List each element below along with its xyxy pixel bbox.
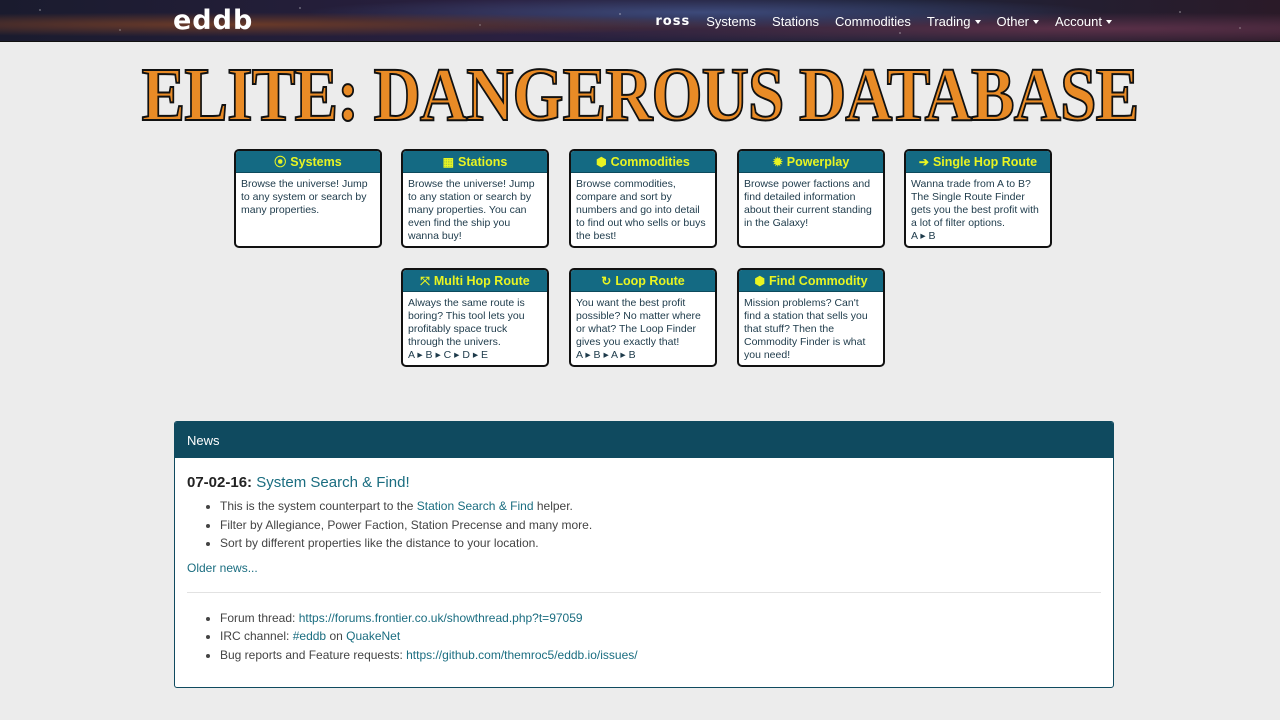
tile-single-hop-route[interactable]: ➔ Single Hop Route Wanna trade from A to … (904, 149, 1052, 248)
tile-title: Stations (458, 154, 508, 169)
irc-channel-link[interactable]: #eddb (293, 629, 326, 643)
list-item: Filter by Allegiance, Power Faction, Sta… (220, 516, 1101, 535)
arrow-right-icon: ➔ (918, 154, 929, 169)
tile-description: Mission problems? Can't find a station t… (744, 297, 868, 361)
nav-trading-label: Trading (926, 13, 971, 29)
list-item: Bug reports and Feature requests: https:… (220, 646, 1101, 665)
list-item: Sort by different properties like the di… (220, 534, 1101, 553)
tile-title: Loop Route (615, 273, 685, 288)
nav-other-label: Other (996, 13, 1030, 29)
caret-down-icon (1106, 20, 1112, 25)
irc-label: IRC channel: (220, 629, 290, 643)
tile-title: Find Commodity (768, 273, 868, 288)
tile-description: Browse the universe! Jump to any station… (408, 178, 535, 242)
nav-systems[interactable]: Systems (706, 14, 756, 29)
tile-find-commodity[interactable]: ⬢ Find Commodity Mission problems? Can't … (737, 268, 885, 367)
tile-route: A ▸ B ▸ C ▸ D ▸ E (408, 349, 489, 361)
list-item: Forum thread: https://forums.frontier.co… (220, 609, 1101, 628)
tile-title: Single Hop Route (932, 154, 1038, 169)
list-item: IRC channel: #eddb on QuakeNet (220, 627, 1101, 646)
community-links: Forum thread: https://forums.frontier.co… (220, 609, 1101, 665)
irc-network-link[interactable]: QuakeNet (346, 629, 400, 643)
tile-title: Systems (290, 154, 342, 169)
bullet-text: helper. (536, 499, 573, 513)
nav-account-label: Account (1055, 13, 1102, 29)
tile-header: ⬢ Commodities (571, 151, 715, 173)
tile-stations[interactable]: ▦ Stations Browse the universe! Jump to a… (401, 149, 549, 248)
caret-down-icon (974, 20, 981, 25)
tile-description: Always the same route is boring? This to… (403, 292, 547, 362)
bullet-text: This is the system counterpart to the (220, 499, 414, 513)
tile-header: ↻ Loop Route (571, 270, 715, 292)
tile-description: Browse the universe! Jump to any system … (241, 178, 368, 216)
tile-title: Multi Hop Route (433, 273, 530, 288)
nav-commodities-label: Commodities (835, 13, 911, 29)
list-item: This is the system counterpart to the St… (220, 497, 1101, 516)
tile-header: ⬢ Find Commodity (739, 270, 883, 292)
tile-header: ⤧ Multi Hop Route (403, 270, 547, 292)
building-icon: ▦ (442, 154, 455, 169)
tile-header: ✹ Powerplay (739, 151, 883, 173)
news-headline-link[interactable]: System Search & Find! (256, 474, 409, 491)
tile-title: Powerplay (786, 154, 850, 169)
tile-powerplay[interactable]: ✹ Powerplay Browse power factions and fin… (737, 149, 885, 248)
top-navbar: eddb ross Systems Stations Commodities T… (0, 0, 1280, 42)
tile-loop-route[interactable]: ↻ Loop Route You want the best profit pos… (569, 268, 717, 367)
tile-description: Browse power factions and find detailed … (744, 178, 872, 229)
tile-description: You want the best profit possible? No ma… (571, 292, 715, 362)
sun-icon: ✹ (772, 154, 783, 169)
tile-header: ⦿ Systems (236, 151, 380, 173)
news-panel-header: News (175, 422, 1113, 458)
news-date: 07-02-16: (187, 474, 253, 491)
nav-systems-label: Systems (706, 13, 757, 29)
tile-header: ➔ Single Hop Route (906, 151, 1050, 173)
nav-user[interactable]: ross (655, 14, 690, 29)
target-icon: ⦿ (274, 154, 287, 169)
cube-icon: ⬢ (754, 273, 765, 288)
news-panel-body: 07-02-16: System Search & Find! This is … (175, 458, 1113, 664)
news-headline: 07-02-16: System Search & Find! (187, 474, 1101, 491)
tile-commodities[interactable]: ⬢ Commodities Browse commodities, compare… (569, 149, 717, 248)
site-logo[interactable]: eddb (173, 7, 253, 35)
irc-on-text: on (329, 629, 343, 643)
forum-label: Forum thread: (220, 610, 296, 625)
older-news-link[interactable]: Older news... (187, 561, 1101, 575)
divider (187, 591, 1101, 593)
tile-text: Wanna trade from A to B? The Single Rout… (911, 178, 1039, 229)
tile-description: Browse commodities, compare and sort by … (576, 178, 706, 242)
tile-route: A ▸ B ▸ A ▸ B (576, 349, 636, 361)
tile-title: Commodities (610, 154, 690, 169)
caret-down-icon (1033, 20, 1040, 25)
nav-trading-dropdown[interactable]: Trading (927, 14, 981, 29)
bug-label: Bug reports and Feature requests: (220, 647, 403, 662)
tile-header: ▦ Stations (403, 151, 547, 173)
tile-route: A ▸ B (911, 230, 936, 242)
tile-description: Wanna trade from A to B? The Single Rout… (906, 173, 1050, 243)
nav-stations-label: Stations (772, 13, 820, 29)
tile-systems[interactable]: ⦿ Systems Browse the universe! Jump to an… (234, 149, 382, 248)
cube-icon: ⬢ (596, 154, 607, 169)
news-bullets: This is the system counterpart to the St… (220, 497, 1101, 553)
nav-account-dropdown[interactable]: Account (1055, 14, 1112, 29)
forum-thread-link[interactable]: https://forums.frontier.co.uk/showthread… (299, 611, 583, 625)
bug-report-link[interactable]: https://github.com/themroc5/eddb.io/issu… (406, 648, 637, 662)
tile-multi-hop-route[interactable]: ⤧ Multi Hop Route Always the same route i… (401, 268, 549, 367)
nav-stations[interactable]: Stations (772, 14, 819, 29)
tile-text: Always the same route is boring? This to… (408, 297, 525, 348)
tile-text: You want the best profit possible? No ma… (576, 297, 701, 348)
nav-commodities[interactable]: Commodities (835, 14, 911, 29)
main-nav: ross Systems Stations Commodities Tradin… (655, 0, 1112, 42)
station-search-link[interactable]: Station Search & Find (417, 499, 534, 513)
site-banner-title: ELITE: DANGEROUS DATABASE (141, 52, 1140, 138)
nav-other-dropdown[interactable]: Other (997, 14, 1040, 29)
news-panel: News 07-02-16: System Search & Find! Thi… (174, 421, 1114, 688)
refresh-icon: ↻ (601, 273, 612, 288)
expand-arrows-icon: ⤧ (420, 273, 430, 288)
